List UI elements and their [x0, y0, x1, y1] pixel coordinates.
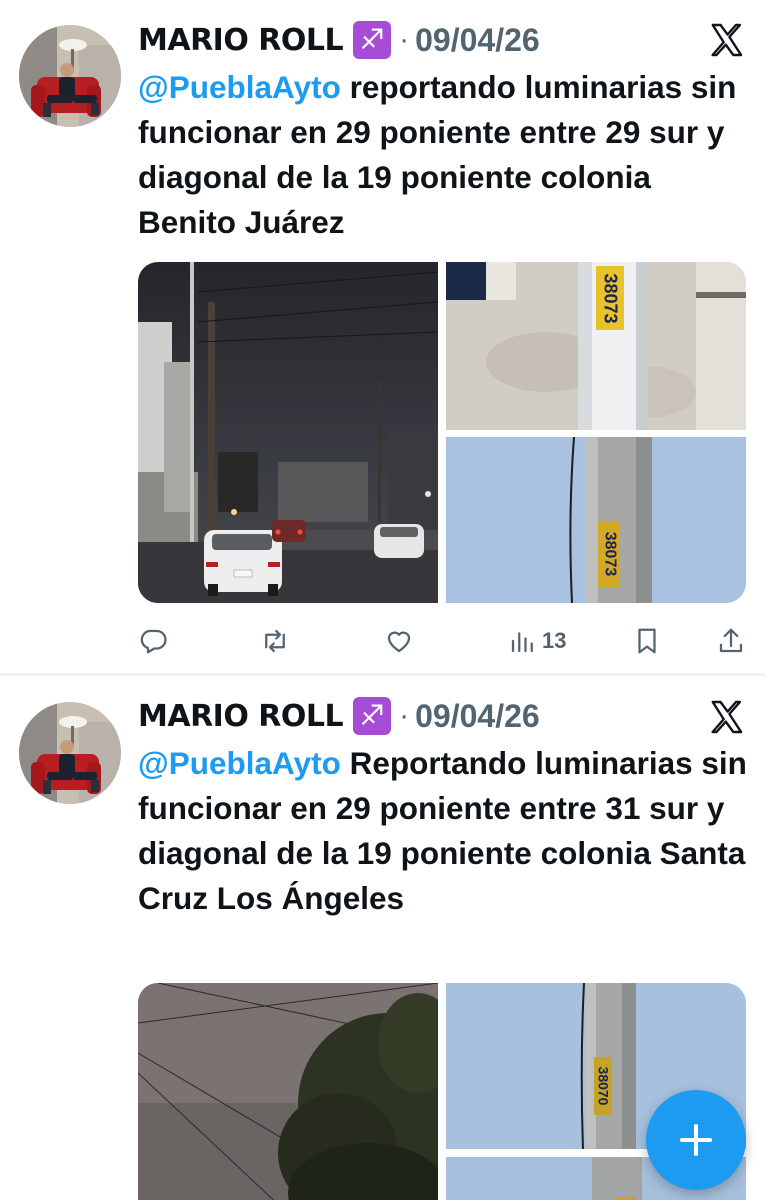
photo-night-street[interactable] [138, 262, 438, 603]
media-grid[interactable]: 38073 38073 [138, 262, 746, 603]
tweet-text: @PueblaAyto reportando luminarias sin fu… [138, 65, 748, 245]
separator-dot: · [399, 23, 410, 56]
views-count: 13 [542, 628, 567, 653]
like-button[interactable] [384, 626, 414, 656]
heart-icon [387, 631, 411, 653]
retweet-button[interactable] [260, 626, 290, 656]
avatar-photo [19, 702, 121, 804]
mention-link[interactable]: @PueblaAyto [138, 745, 341, 781]
avatar-photo [19, 25, 121, 127]
share-button[interactable] [716, 626, 746, 656]
pole-number-label: 38073 [601, 531, 618, 577]
reply-button[interactable] [138, 626, 168, 656]
sagittarius-emoji-icon: ♐ [353, 697, 392, 735]
photo-pole-sky[interactable]: 38073 [446, 437, 746, 603]
author-name[interactable]: MARIO ROLL [138, 699, 344, 734]
author-name[interactable]: MARIO ROLL [138, 23, 344, 58]
tweet-actions: 13 [138, 622, 750, 662]
x-logo-icon [711, 700, 743, 734]
retweet-icon [265, 629, 285, 653]
photo-pole-label-top[interactable]: 38073 [446, 262, 746, 430]
bookmark-icon [638, 628, 656, 654]
reply-icon [140, 629, 167, 654]
share-icon [719, 628, 743, 653]
tweet-date[interactable]: 09/04/26 [415, 22, 540, 59]
avatar[interactable] [19, 702, 121, 804]
pole-number-label: 38073 [600, 272, 621, 324]
tweet-text: @PueblaAyto Reportando luminarias sin fu… [138, 741, 748, 921]
tweet-header: MARIO ROLL ♐ · 09/04/26 [138, 18, 540, 62]
plus-icon [680, 1124, 712, 1156]
sagittarius-emoji-icon: ♐ [353, 21, 392, 59]
bookmark-button[interactable] [632, 626, 662, 656]
separator-dot: · [399, 699, 410, 732]
views-icon [511, 632, 533, 653]
photo-trees-dusk[interactable] [138, 983, 438, 1200]
x-logo-icon [711, 23, 743, 57]
tweet-date[interactable]: 09/04/26 [415, 698, 540, 735]
pole-number-label: 38070 [595, 1066, 611, 1106]
avatar[interactable] [19, 25, 121, 127]
mention-link[interactable]: @PueblaAyto [138, 69, 341, 105]
tweet-1[interactable]: MARIO ROLL ♐ · 09/04/26 @PueblaAyto repo… [0, 0, 765, 676]
compose-button[interactable] [646, 1090, 746, 1190]
views-button[interactable]: 13 [508, 626, 566, 656]
tweet-header: MARIO ROLL ♐ · 09/04/26 [138, 694, 540, 738]
